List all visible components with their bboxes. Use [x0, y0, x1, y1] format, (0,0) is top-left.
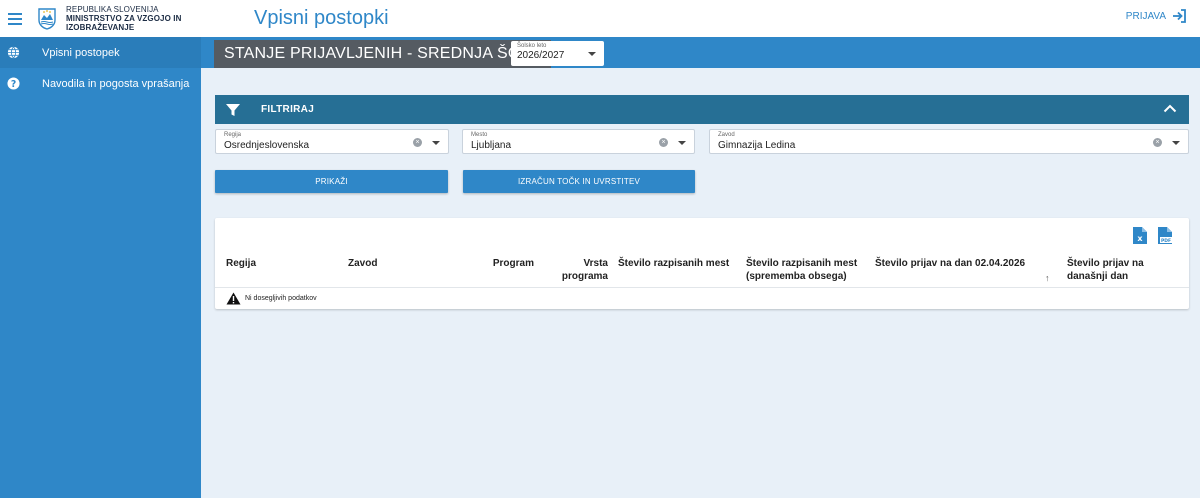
city-select[interactable]: Mesto Ljubljana × [462, 129, 695, 154]
show-button[interactable]: PRIKAŽI [215, 170, 448, 193]
column-header-program[interactable]: Program [477, 257, 534, 270]
login-label: PRIJAVA [1125, 10, 1166, 22]
top-header: REPUBLIKA SLOVENIJA MINISTRSTVO ZA VZGOJ… [0, 0, 1200, 37]
results-table: x PDF Regija Zavod Program Vrsta program… [215, 218, 1189, 309]
ministry-name: REPUBLIKA SLOVENIJA MINISTRSTVO ZA VZGOJ… [66, 5, 234, 32]
excel-icon[interactable]: x [1133, 227, 1147, 244]
filter-icon [226, 103, 240, 116]
caret-down-icon[interactable] [1172, 141, 1180, 145]
coat-of-arms-icon [38, 7, 56, 30]
globe-icon [6, 46, 20, 60]
warning-icon [226, 292, 241, 305]
region-label: Regija [224, 132, 242, 138]
menu-icon[interactable] [0, 0, 30, 37]
column-header-institution[interactable]: Zavod [348, 257, 377, 270]
pdf-icon[interactable]: PDF [1158, 227, 1172, 244]
svg-text:PDF: PDF [1161, 238, 1171, 244]
sidebar: Vpisni postopek ? Navodila in pogosta vp… [0, 37, 201, 498]
sort-arrow-up-icon[interactable]: ↑ [1045, 273, 1050, 283]
table-divider [215, 287, 1189, 288]
city-label: Mesto [471, 132, 488, 138]
svg-text:?: ? [10, 79, 15, 90]
school-year-label: Šolsko leto [517, 43, 547, 49]
ministry-line1: REPUBLIKA SLOVENIJA [66, 5, 159, 14]
login-icon [1173, 9, 1186, 23]
city-value: Ljubljana [471, 140, 512, 151]
filter-panel-header[interactable]: FILTRIRAJ [215, 95, 1189, 124]
clear-icon[interactable]: × [413, 138, 422, 147]
caret-down-icon[interactable] [678, 141, 686, 145]
login-button[interactable]: PRIJAVA [1126, 9, 1186, 23]
region-value: Osrednjeslovenska [224, 140, 310, 151]
svg-text:x: x [1137, 234, 1143, 243]
column-header-program-type[interactable]: Vrsta programa [555, 257, 608, 283]
column-header-places-change[interactable]: Število razpisanih mest (sprememba obseg… [746, 257, 871, 283]
institution-value: Gimnazija Ledina [718, 140, 796, 151]
caret-down-icon[interactable] [432, 141, 440, 145]
column-header-applications-today[interactable]: Število prijav na današnji dan [1067, 257, 1167, 283]
region-select[interactable]: Regija Osrednjeslovenska × [215, 129, 449, 154]
app-title: Vpisni postopki [254, 7, 389, 29]
school-year-select[interactable]: Šolsko leto 2026/2027 [511, 41, 604, 66]
page-title: STANJE PRIJAVLJENIH - SREDNJA ŠOLA [214, 40, 551, 68]
column-header-applications-date[interactable]: Število prijav na dan 02.04.2026 [875, 257, 1045, 270]
empty-table-message: Ni dosegljivih podatkov [226, 292, 317, 305]
sidebar-item-navodila[interactable]: ? Navodila in pogosta vprašanja [0, 68, 201, 99]
empty-message-text: Ni dosegljivih podatkov [245, 295, 317, 302]
chevron-up-icon[interactable] [1163, 103, 1177, 113]
help-icon: ? [6, 77, 20, 91]
caret-down-icon [588, 52, 596, 56]
institution-select[interactable]: Zavod Gimnazija Ledina × [709, 129, 1189, 154]
ministry-line2: MINISTRSTVO ZA VZGOJO IN IZOBRAŽEVANJE [66, 14, 182, 32]
sidebar-item-label: Vpisni postopek [42, 46, 120, 59]
column-header-places[interactable]: Število razpisanih mest [618, 257, 738, 270]
sidebar-item-vpisni-postopek[interactable]: Vpisni postopek [0, 37, 201, 68]
column-header-region[interactable]: Regija [226, 257, 256, 270]
school-year-value: 2026/2027 [517, 50, 565, 61]
clear-icon[interactable]: × [1153, 138, 1162, 147]
calculate-points-button[interactable]: IZRAČUN TOČK IN UVRSTITEV [463, 170, 695, 193]
filter-title: FILTRIRAJ [261, 104, 315, 115]
clear-icon[interactable]: × [659, 138, 668, 147]
institution-label: Zavod [718, 132, 735, 138]
title-strip: STANJE PRIJAVLJENIH - SREDNJA ŠOLA Šolsk… [201, 37, 1200, 68]
sidebar-item-label: Navodila in pogosta vprašanja [42, 77, 190, 90]
